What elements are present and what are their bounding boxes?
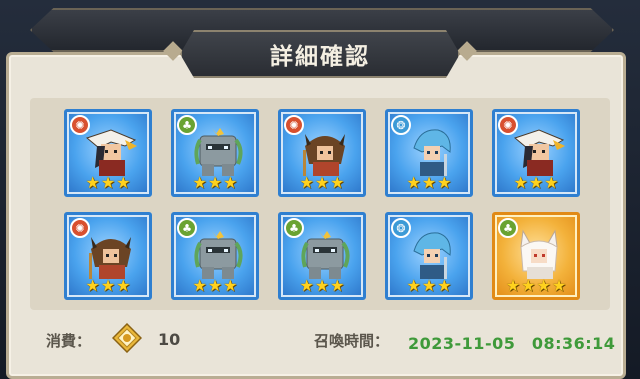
star-icon: ★ — [223, 276, 238, 295]
star-icon: ★ — [116, 173, 131, 192]
star-rating: ★ ★ ★ — [67, 175, 149, 191]
summon-card[interactable]: ✺ ★ ★ ★ — [64, 212, 152, 300]
white-fox-girl-portrait — [509, 227, 569, 281]
star-icon: ★ — [207, 276, 223, 295]
star-icon: ★ — [85, 173, 100, 192]
star-rating: ★ ★ ★ — [281, 175, 363, 191]
star-icon: ★ — [551, 276, 567, 295]
star-icon: ★ — [100, 276, 116, 295]
summon-card[interactable]: ❂ ★ ★ ★ — [385, 109, 473, 197]
summon-card[interactable]: ✺ ★ ★ ★ — [64, 109, 152, 197]
dialog-title: 詳細確認 — [270, 44, 370, 70]
horned-brown-hair-warrior-portrait — [81, 227, 141, 281]
star-icon: ★ — [192, 173, 207, 192]
horned-brown-hair-warrior-portrait — [295, 124, 355, 178]
star-icon: ★ — [330, 276, 345, 295]
star-rating: ★ ★ ★ — [67, 278, 149, 294]
star-icon: ★ — [421, 276, 437, 295]
summon-card[interactable]: ♣ ★ ★ ★ ★ — [492, 212, 580, 300]
cost-label: 消費： — [46, 332, 92, 350]
star-icon: ★ — [513, 173, 528, 192]
star-icon: ★ — [330, 173, 345, 192]
star-icon: ★ — [314, 173, 330, 192]
star-rating: ★ ★ ★ — [388, 278, 470, 294]
star-icon: ★ — [223, 173, 238, 192]
star-icon: ★ — [536, 276, 551, 295]
stone-golem-portrait — [188, 124, 248, 178]
star-rating: ★ ★ ★ — [281, 278, 363, 294]
cost-value: 10 — [158, 330, 181, 349]
summon-card[interactable]: ✺ ★ ★ ★ — [278, 109, 366, 197]
star-icon: ★ — [521, 276, 536, 295]
eagle-helm-warrior-portrait — [81, 124, 141, 178]
star-icon: ★ — [314, 276, 330, 295]
star-rating: ★ ★ ★ — [174, 175, 256, 191]
summon-card[interactable]: ❂ ★ ★ ★ — [385, 212, 473, 300]
summon-ticket-icon — [112, 323, 142, 353]
star-rating: ★ ★ ★ — [174, 278, 256, 294]
star-icon: ★ — [299, 276, 314, 295]
star-icon: ★ — [528, 173, 544, 192]
blue-hair-swordsman-portrait — [402, 227, 462, 281]
summon-card[interactable]: ♣ ★ ★ ★ — [171, 109, 259, 197]
stone-golem-portrait — [188, 227, 248, 281]
star-icon: ★ — [207, 173, 223, 192]
summon-card[interactable]: ♣ ★ ★ ★ — [278, 212, 366, 300]
star-icon: ★ — [437, 276, 452, 295]
star-icon: ★ — [544, 173, 559, 192]
star-icon: ★ — [505, 276, 521, 295]
star-icon: ★ — [421, 173, 437, 192]
eagle-helm-warrior-portrait — [509, 124, 569, 178]
star-icon: ★ — [192, 276, 207, 295]
star-icon: ★ — [406, 276, 421, 295]
star-icon: ★ — [116, 276, 131, 295]
summon-card[interactable]: ♣ ★ ★ ★ — [171, 212, 259, 300]
star-icon: ★ — [100, 173, 116, 192]
blue-hair-swordsman-portrait — [402, 124, 462, 178]
star-rating: ★ ★ ★ — [388, 175, 470, 191]
summon-card[interactable]: ✺ ★ ★ ★ — [492, 109, 580, 197]
summon-time-value: 2023-11-05 08:36:14 — [408, 334, 616, 353]
star-rating: ★ ★ ★ ★ — [495, 278, 577, 294]
summon-time-label: 召喚時間： — [314, 332, 390, 350]
star-icon: ★ — [437, 173, 452, 192]
star-icon: ★ — [406, 173, 421, 192]
star-rating: ★ ★ ★ — [495, 175, 577, 191]
star-icon: ★ — [299, 173, 314, 192]
stone-golem-portrait — [295, 227, 355, 281]
star-icon: ★ — [85, 276, 100, 295]
dialog-title-plate: 詳細確認 — [180, 30, 460, 78]
